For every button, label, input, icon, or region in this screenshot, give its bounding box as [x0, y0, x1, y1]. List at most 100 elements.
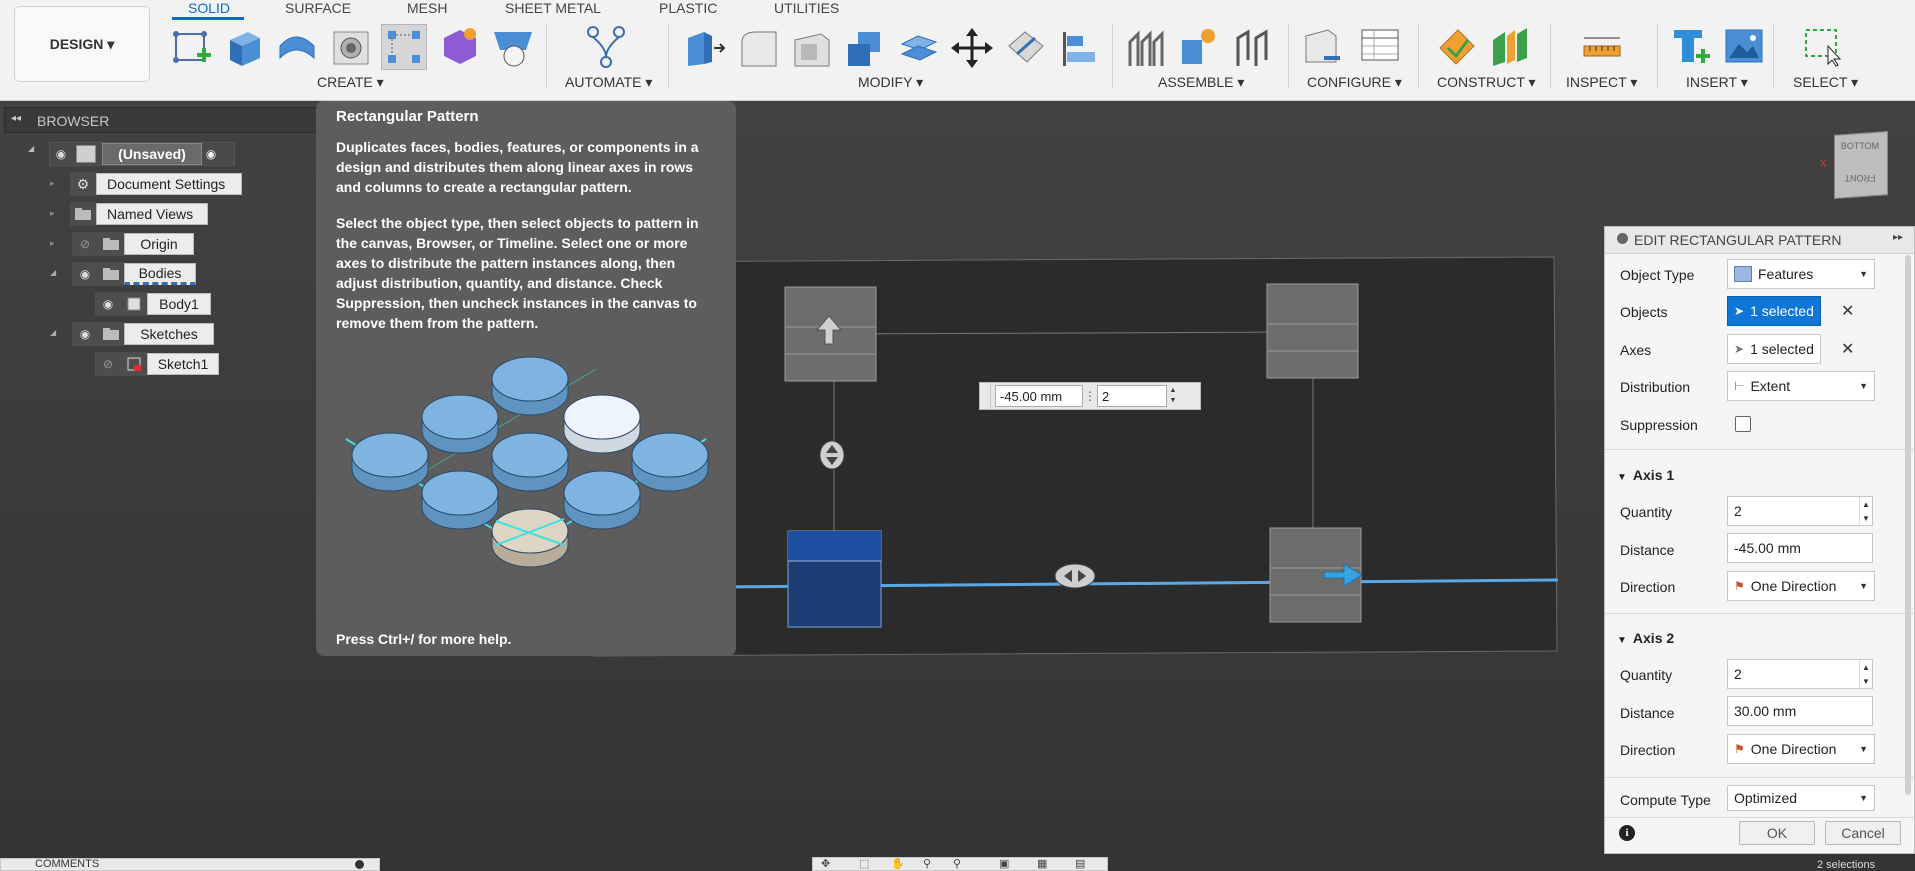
automate-menu[interactable]: AUTOMATE ▾: [565, 74, 652, 91]
ok-button[interactable]: OK: [1739, 821, 1815, 845]
press-pull-icon[interactable]: [684, 28, 726, 68]
canvas-quantity-input[interactable]: 2: [1097, 385, 1167, 407]
display-settings-icon[interactable]: ▣: [999, 858, 1009, 870]
suppression-checkbox[interactable]: [1735, 416, 1751, 432]
clear-objects-icon[interactable]: ✕: [1841, 301, 1854, 321]
tree-item-sketch1[interactable]: ⊘ Sketch1: [95, 352, 229, 376]
workspace-switcher[interactable]: DESIGN ▾: [14, 6, 150, 82]
quantity-spinner[interactable]: ▲ ▼: [1167, 386, 1179, 406]
split-face-icon[interactable]: [1005, 28, 1047, 68]
cancel-button[interactable]: Cancel: [1825, 821, 1901, 845]
revolve-icon[interactable]: [276, 26, 318, 68]
expand-arrow-icon[interactable]: ◢: [50, 268, 56, 277]
expand-arrow-icon[interactable]: ▸: [50, 178, 55, 189]
expand-dialog-icon[interactable]: ▸▸: [1893, 232, 1903, 243]
expand-arrow-icon[interactable]: ◢: [50, 328, 56, 337]
zoom-icon[interactable]: ⚲: [923, 858, 931, 870]
select-menu[interactable]: SELECT ▾: [1793, 74, 1858, 91]
expand-arrow-icon[interactable]: ▸: [50, 238, 55, 249]
inspect-menu[interactable]: INSPECT ▾: [1566, 74, 1637, 91]
distribution-select[interactable]: ⊢ Extent ▼: [1727, 371, 1875, 401]
construct-menu[interactable]: CONSTRUCT ▾: [1437, 74, 1536, 91]
configure-menu[interactable]: CONFIGURE ▾: [1307, 74, 1402, 91]
dialog-header[interactable]: EDIT RECTANGULAR PATTERN ▸▸: [1605, 227, 1914, 254]
create-menu[interactable]: CREATE ▾: [317, 74, 384, 91]
tab-utilities[interactable]: UTILITIES: [774, 0, 839, 16]
hidden-eye-icon[interactable]: ⊘: [72, 232, 98, 256]
window-select-icon[interactable]: [1802, 26, 1844, 68]
as-built-joint-icon[interactable]: [1232, 28, 1274, 68]
tab-mesh[interactable]: MESH: [407, 0, 447, 16]
activate-radio-icon[interactable]: ◉: [202, 147, 220, 161]
rectangular-pattern-icon[interactable]: [381, 24, 427, 70]
axes-selection-button[interactable]: ➤ 1 selected: [1727, 334, 1821, 364]
insert-derive-icon[interactable]: [1670, 26, 1712, 68]
objects-selection-button[interactable]: ➤ 1 selected: [1727, 296, 1821, 326]
axis1-section-header[interactable]: ▼ Axis 1: [1617, 467, 1674, 483]
tree-item-sketches[interactable]: ◉ Sketches: [72, 322, 218, 346]
tree-item-origin[interactable]: ⊘ Origin: [72, 232, 196, 256]
offset-face-icon[interactable]: [898, 28, 940, 68]
insert-image-icon[interactable]: [1723, 26, 1765, 68]
canvas-distance-input[interactable]: -45.00 mm: [995, 385, 1083, 407]
axis2-quantity-spinner[interactable]: ▲ ▼: [1859, 660, 1872, 688]
configuration-table-icon[interactable]: [1359, 26, 1401, 68]
automate-icon[interactable]: [585, 24, 627, 70]
tab-solid[interactable]: SOLID: [188, 0, 230, 16]
clear-axes-icon[interactable]: ✕: [1841, 339, 1854, 359]
fillet-icon[interactable]: [738, 28, 780, 68]
browser-header[interactable]: ◂◂ BROWSER: [4, 107, 320, 133]
info-icon[interactable]: i: [1619, 825, 1635, 841]
object-type-select[interactable]: Features ▼: [1727, 259, 1875, 289]
new-component-icon[interactable]: [1126, 28, 1168, 68]
tree-item-body1[interactable]: ◉ Body1: [95, 292, 221, 316]
dialog-stop-icon[interactable]: [1617, 233, 1628, 244]
axis2-section-header[interactable]: ▼ Axis 2: [1617, 630, 1674, 646]
shell-icon[interactable]: [791, 28, 833, 68]
compute-type-select[interactable]: Optimized ▼: [1727, 785, 1875, 811]
axis1-quantity-input[interactable]: 2 ▲ ▼: [1727, 496, 1873, 526]
drag-handle[interactable]: [980, 383, 991, 409]
modify-menu[interactable]: MODIFY ▾: [858, 74, 923, 91]
combine-icon[interactable]: [844, 28, 886, 68]
viewports-icon[interactable]: ▤: [1075, 858, 1085, 870]
axis1-quantity-spinner[interactable]: ▲ ▼: [1859, 497, 1872, 525]
derive-icon[interactable]: [490, 26, 536, 68]
comments-panel[interactable]: COMMENTS: [0, 858, 380, 871]
axis1-distance-input[interactable]: -45.00 mm: [1727, 533, 1873, 563]
fit-icon[interactable]: ⚲: [953, 858, 961, 870]
visibility-eye-icon[interactable]: ◉: [95, 292, 121, 316]
offset-plane-icon[interactable]: [1436, 26, 1478, 68]
joint-icon[interactable]: [1178, 26, 1220, 68]
midplane-icon[interactable]: [1489, 26, 1531, 68]
pan-icon[interactable]: ✋: [891, 858, 905, 870]
tree-item-root[interactable]: ◉ (Unsaved) ◉: [49, 142, 235, 166]
add-comment-icon[interactable]: [355, 860, 364, 869]
visibility-eye-icon[interactable]: ◉: [72, 322, 98, 346]
orbit-icon[interactable]: ✥: [821, 858, 830, 870]
assemble-menu[interactable]: ASSEMBLE ▾: [1158, 74, 1244, 91]
collapse-browser-icon[interactable]: ◂◂: [11, 113, 21, 124]
create-form-icon[interactable]: [438, 26, 480, 68]
grid-icon[interactable]: ▦: [1037, 858, 1047, 870]
axis2-quantity-input[interactable]: 2 ▲ ▼: [1727, 659, 1873, 689]
tree-item-bodies[interactable]: ◉ Bodies: [72, 262, 200, 286]
insert-menu[interactable]: INSERT ▾: [1686, 74, 1748, 91]
tree-item-document-settings[interactable]: ⚙ Document Settings: [70, 172, 242, 196]
configure-model-icon[interactable]: [1302, 26, 1344, 68]
expand-arrow-icon[interactable]: ▸: [50, 208, 55, 219]
axis2-distance-input[interactable]: 30.00 mm: [1727, 696, 1873, 726]
tree-item-named-views[interactable]: Named Views: [70, 202, 210, 226]
viewcube[interactable]: BOTTOM FRONT X: [1820, 131, 1890, 199]
move-icon[interactable]: [951, 28, 993, 68]
hidden-eye-icon[interactable]: ⊘: [95, 352, 121, 376]
axis2-direction-select[interactable]: ⚑ One Direction ▼: [1727, 734, 1875, 764]
tab-plastic[interactable]: PLASTIC: [659, 0, 717, 16]
look-at-icon[interactable]: ⬚: [859, 858, 869, 870]
tab-sheet-metal[interactable]: SHEET METAL: [505, 0, 601, 16]
dialog-scrollbar[interactable]: [1905, 255, 1911, 795]
measure-icon[interactable]: [1581, 30, 1623, 66]
extrude-icon[interactable]: [222, 26, 264, 68]
hole-icon[interactable]: [330, 26, 372, 68]
create-sketch-icon[interactable]: [170, 26, 212, 68]
